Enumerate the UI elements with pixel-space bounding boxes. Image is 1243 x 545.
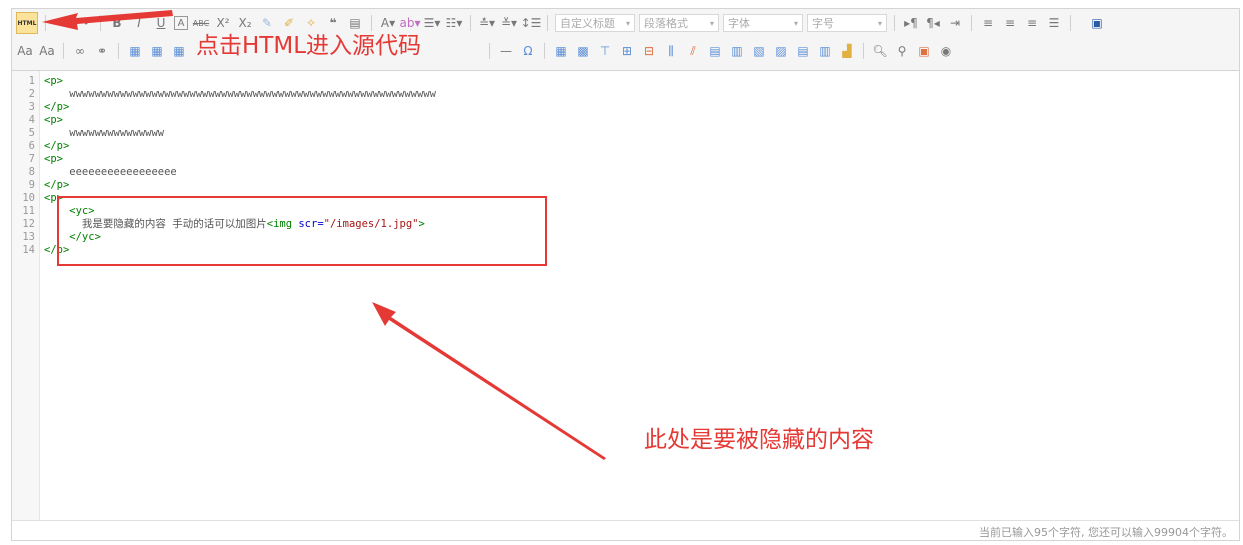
annotation-hidden-content: 此处是要被隐藏的内容 xyxy=(644,427,874,453)
annotation-click-html: 点击HTML进入源代码 xyxy=(196,33,422,59)
annotation-arrows xyxy=(42,10,606,460)
arrow-to-hidden-content xyxy=(372,302,606,460)
arrow-to-html-button xyxy=(42,10,173,30)
